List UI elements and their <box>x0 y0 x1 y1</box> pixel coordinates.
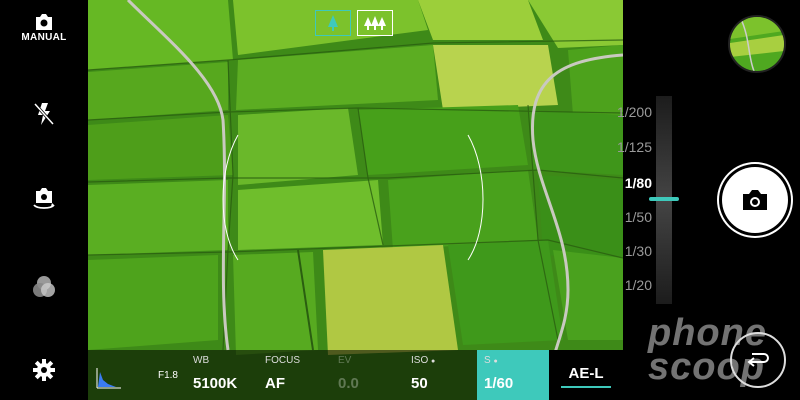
ae-lock-button[interactable]: AE-L <box>549 350 623 400</box>
thumbnail-image <box>730 17 784 71</box>
back-button[interactable] <box>730 332 786 388</box>
settings-icon <box>33 359 55 381</box>
wb-value: 5100K <box>193 375 238 392</box>
switch-camera-button[interactable] <box>0 186 88 212</box>
wb-label: WB <box>193 355 210 366</box>
ev-setting[interactable]: EV 0.0 <box>331 350 404 400</box>
shutter-setting[interactable]: S ● 1/60 <box>477 350 549 400</box>
ae-lock-label: AE-L <box>568 364 604 382</box>
capture-button[interactable] <box>722 167 788 233</box>
switch-camera-icon <box>33 188 55 209</box>
aperture-value: F1.8 <box>157 370 178 381</box>
flash-button[interactable] <box>0 102 88 126</box>
shutter-value: 1/60 <box>484 375 514 392</box>
camera-viewfinder[interactable] <box>88 0 623 400</box>
iso-label: ISO ● <box>411 355 436 366</box>
camera-mode-icon <box>36 14 52 30</box>
iso-setting[interactable]: ISO ● 50 <box>404 350 477 400</box>
manual-settings-bar: F1.8 WB 5100K FOCUS AF EV 0.0 ISO ● 50 S… <box>88 350 623 400</box>
shutter-tick[interactable]: 1/200 <box>592 104 652 120</box>
wb-setting[interactable]: WB 5100K <box>186 350 258 400</box>
shutter-tick[interactable]: 1/125 <box>592 139 652 155</box>
focus-setting[interactable]: FOCUS AF <box>258 350 331 400</box>
iso-value: 50 <box>411 375 428 392</box>
camera-icon <box>743 190 767 210</box>
settings-button[interactable] <box>0 358 88 382</box>
ae-lock-indicator <box>561 386 611 388</box>
shutter-scale-marker <box>649 197 679 201</box>
focus-mode-buttons <box>315 10 393 36</box>
back-arrow-icon <box>747 353 769 367</box>
left-toolbar: MANUAL <box>0 0 88 400</box>
histogram-icon <box>96 368 121 389</box>
filter-button[interactable] <box>0 274 88 300</box>
histogram-aperture: F1.8 <box>88 350 186 400</box>
shutter-label: S ● <box>484 355 498 366</box>
ev-value: 0.0 <box>338 375 359 392</box>
shutter-tick[interactable]: 1/50 <box>592 209 652 225</box>
tree-icon <box>328 15 338 31</box>
focus-value: AF <box>265 375 285 392</box>
mode-button[interactable]: MANUAL <box>0 14 88 43</box>
mode-label: MANUAL <box>21 32 67 43</box>
focus-label: FOCUS <box>265 355 300 366</box>
shutter-tick-current[interactable]: 1/80 <box>592 175 652 191</box>
ev-label: EV <box>338 355 352 366</box>
single-focus-button[interactable] <box>315 10 351 36</box>
trees-icon <box>364 16 386 30</box>
rice-field-scene <box>88 0 623 400</box>
shutter-speed-scale: 1/200 1/125 1/80 1/50 1/30 1/20 <box>600 96 676 306</box>
filter-icon <box>33 276 55 297</box>
multi-focus-button[interactable] <box>357 10 393 36</box>
gallery-thumbnail[interactable] <box>728 15 786 73</box>
shutter-tick[interactable]: 1/20 <box>592 277 652 293</box>
flash-off-icon <box>33 102 55 126</box>
shutter-tick[interactable]: 1/30 <box>592 243 652 259</box>
